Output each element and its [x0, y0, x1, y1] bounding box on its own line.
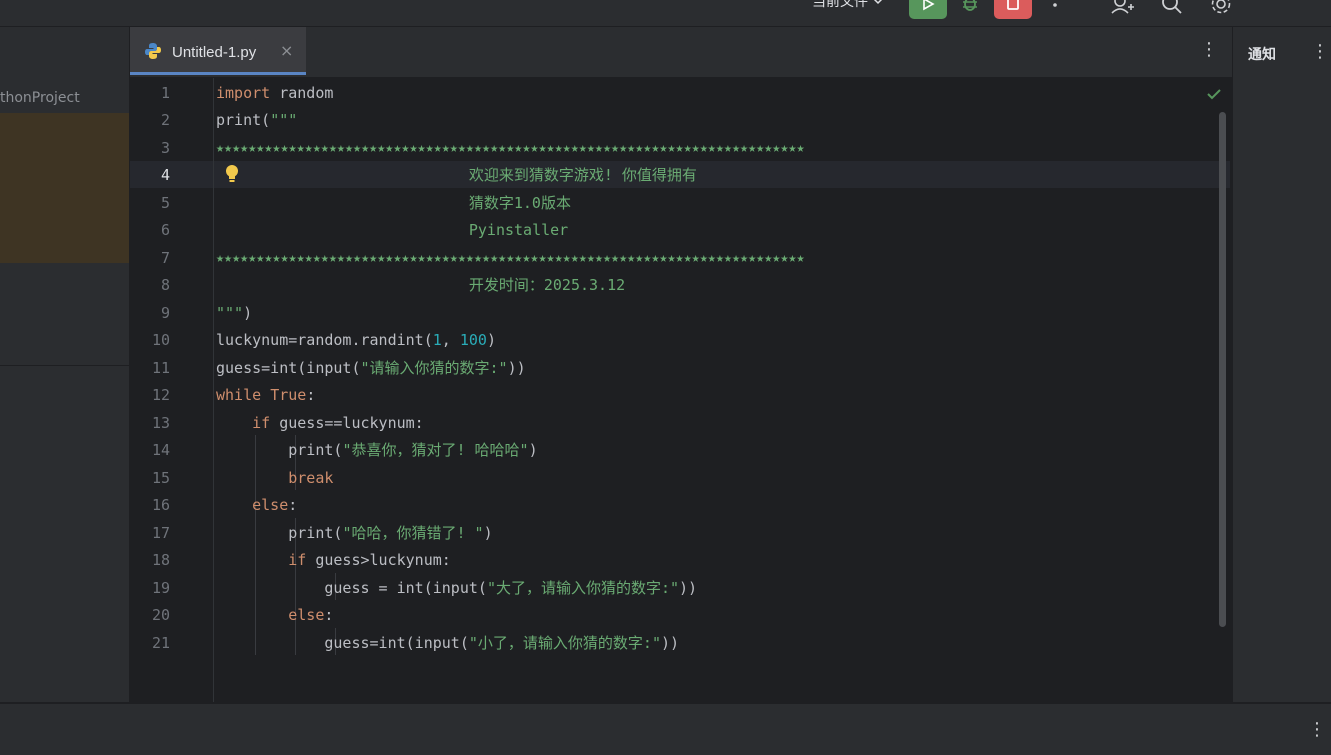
- lightbulb-icon[interactable]: [224, 164, 240, 184]
- debug-icon: [963, 0, 977, 11]
- add-user-icon: [1111, 0, 1134, 14]
- debug-button[interactable]: [958, 0, 982, 15]
- checkmark-icon: [1207, 89, 1221, 100]
- code-line: else:: [288, 606, 334, 624]
- code-line: print("恭喜你，猜对了! 哈哈哈"): [288, 441, 538, 459]
- code-line: ★★★★★★★★★★★★★★★★★★★★★★★★★★★★★★★★★★★★★★★★…: [216, 251, 805, 266]
- editor-tab-bar: Untitled-1.py × ⋮: [130, 27, 1232, 78]
- code-line: 欢迎来到猜数字游戏! 你值得拥有: [216, 166, 697, 184]
- project-tree-selection: [0, 113, 129, 263]
- status-bar: ⋮: [0, 703, 1331, 755]
- chevron-down-icon: [873, 0, 883, 5]
- code-line: ★★★★★★★★★★★★★★★★★★★★★★★★★★★★★★★★★★★★★★★★…: [216, 141, 805, 156]
- code-line: 开发时间：2025.3.12: [216, 276, 626, 294]
- settings-icon: [1211, 0, 1231, 14]
- line-number: 10: [151, 331, 170, 349]
- line-number: 5: [160, 194, 170, 212]
- line-number: 8: [160, 276, 170, 294]
- line-number: 7: [160, 249, 170, 267]
- line-number: 17: [151, 524, 170, 542]
- line-number: 20: [151, 606, 170, 624]
- line-number: 19: [151, 579, 170, 597]
- notifications-options-icon[interactable]: ⋮: [1311, 41, 1329, 62]
- stop-button[interactable]: [994, 0, 1032, 19]
- python-file-icon: [145, 43, 161, 59]
- code-line: import random: [216, 84, 334, 102]
- search-button[interactable]: [1160, 0, 1184, 16]
- line-number: 18: [151, 551, 170, 569]
- code-line: guess=int(input("请输入你猜的数字:")): [216, 359, 526, 377]
- line-number: 1: [160, 84, 170, 102]
- run-button[interactable]: [909, 0, 947, 19]
- code-line: if guess==luckynum:: [252, 414, 424, 432]
- add-user-button[interactable]: [1110, 0, 1134, 16]
- editor-tab[interactable]: Untitled-1.py ×: [130, 27, 306, 75]
- code-line: luckynum=random.randint(1, 100): [216, 331, 496, 349]
- code-line: guess = int(input("大了，请输入你猜的数字:")): [324, 579, 698, 597]
- code-line: else:: [252, 496, 298, 514]
- code-line: if guess>luckynum:: [288, 551, 451, 569]
- code-line: guess=int(input("小了，请输入你猜的数字:")): [324, 634, 680, 652]
- line-number: 3: [160, 139, 170, 157]
- line-number: 12: [151, 386, 170, 404]
- panel-divider: [0, 365, 129, 366]
- code-line: while True:: [216, 386, 316, 404]
- line-number: 14: [151, 441, 170, 459]
- line-number: 6: [160, 221, 170, 239]
- line-number: 13: [151, 414, 170, 432]
- search-icon: [1162, 0, 1182, 14]
- tab-options-icon[interactable]: ⋮: [1200, 39, 1218, 60]
- run-configuration-selector[interactable]: 当前文件: [812, 0, 884, 11]
- top-toolbar: 当前文件: [0, 0, 1331, 27]
- line-number: 11: [151, 359, 170, 377]
- project-root-item[interactable]: thonProject: [0, 90, 80, 106]
- tab-filename: Untitled-1.py: [172, 44, 257, 61]
- line-number: 9: [160, 304, 170, 322]
- line-number: 15: [151, 469, 170, 487]
- notifications-panel: 通知 ⋮: [1233, 27, 1331, 702]
- settings-button[interactable]: [1209, 0, 1233, 16]
- code-line: break: [288, 469, 334, 487]
- line-number: 16: [151, 496, 170, 514]
- close-icon[interactable]: ×: [280, 41, 293, 60]
- project-panel: thonProject: [0, 27, 129, 702]
- code-line: Pyinstaller: [216, 221, 569, 239]
- code-editor[interactable]: 1 2 3 4 5 6 7 8 9 10 11 12 13 14 15 16 1…: [130, 78, 1232, 702]
- vertical-scrollbar[interactable]: [1219, 112, 1226, 627]
- run-icon: [923, 0, 935, 11]
- code-line: print(""": [216, 111, 298, 129]
- line-number: 2: [160, 111, 170, 129]
- code-line: """): [216, 304, 253, 322]
- status-options-icon[interactable]: ⋮: [1308, 719, 1326, 740]
- notifications-title: 通知: [1248, 47, 1276, 63]
- more-actions-button[interactable]: [1043, 0, 1067, 16]
- gutter-separator: [213, 78, 214, 702]
- line-number: 21: [151, 634, 170, 652]
- more-icon: [1053, 3, 1057, 7]
- run-configuration-label: 当前文件: [812, 0, 868, 10]
- code-line: 猜数字1.0版本: [216, 194, 571, 212]
- stop-icon: [1007, 0, 1019, 10]
- code-line: print("哈哈，你猜错了! "): [288, 524, 493, 542]
- line-number-current: 4: [160, 166, 170, 184]
